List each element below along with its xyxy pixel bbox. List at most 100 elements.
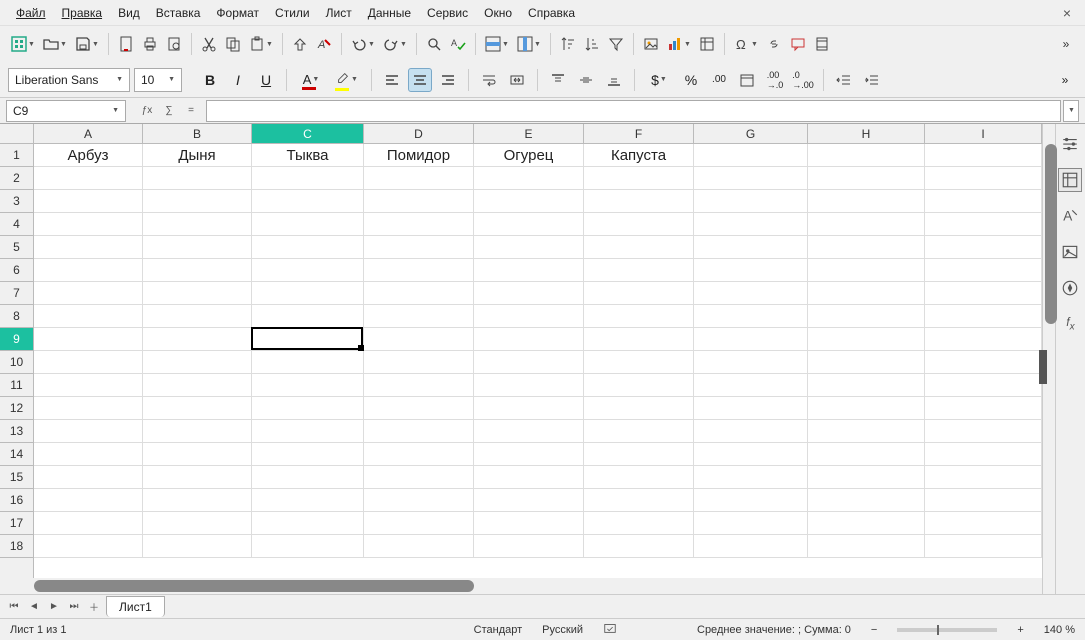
column-header[interactable]: I xyxy=(925,124,1042,143)
row-header[interactable]: 18 xyxy=(0,535,33,558)
headers-footers-button[interactable] xyxy=(811,33,833,55)
clone-formatting-button[interactable] xyxy=(289,33,311,55)
cell[interactable] xyxy=(584,190,694,213)
sidebar-gallery-icon[interactable] xyxy=(1058,240,1082,264)
cell[interactable] xyxy=(584,167,694,190)
next-sheet-button[interactable]: ► xyxy=(46,599,62,615)
bold-button[interactable]: B xyxy=(198,68,222,92)
cell[interactable] xyxy=(584,328,694,351)
sidebar-collapse-handle[interactable] xyxy=(1039,350,1047,384)
function-wizard-button[interactable]: ƒx xyxy=(136,100,158,122)
cell[interactable] xyxy=(364,443,474,466)
copy-button[interactable] xyxy=(222,33,244,55)
spellcheck-button[interactable]: A xyxy=(447,33,469,55)
cell[interactable] xyxy=(694,213,808,236)
signature-icon[interactable] xyxy=(603,621,617,638)
cell[interactable] xyxy=(584,535,694,558)
row-button[interactable]: ▼ xyxy=(482,33,512,55)
cell[interactable] xyxy=(252,397,364,420)
menu-edit[interactable]: Правка xyxy=(54,3,111,23)
row-header[interactable]: 4 xyxy=(0,213,33,236)
cell[interactable] xyxy=(808,489,925,512)
close-document-button[interactable]: × xyxy=(1057,5,1077,21)
add-sheet-button[interactable]: ＋ xyxy=(86,599,102,615)
sort-asc-button[interactable] xyxy=(557,33,579,55)
cell[interactable]: Помидор xyxy=(364,144,474,167)
cell[interactable] xyxy=(364,535,474,558)
redo-button[interactable]: ▼ xyxy=(380,33,410,55)
row-header[interactable]: 14 xyxy=(0,443,33,466)
menu-insert[interactable]: Вставка xyxy=(148,3,209,23)
menu-tools[interactable]: Сервис xyxy=(419,3,476,23)
cell[interactable] xyxy=(808,420,925,443)
cell[interactable] xyxy=(34,512,143,535)
remove-decimal-button[interactable]: .0→.00 xyxy=(791,68,815,92)
cell[interactable] xyxy=(694,328,808,351)
cell[interactable] xyxy=(364,328,474,351)
row-header[interactable]: 17 xyxy=(0,512,33,535)
cell[interactable] xyxy=(808,535,925,558)
spreadsheet-grid[interactable]: ABCDEFGHI 123456789101112131415161718 Ар… xyxy=(0,124,1042,594)
print-preview-button[interactable] xyxy=(163,33,185,55)
cell[interactable] xyxy=(364,213,474,236)
cell[interactable] xyxy=(694,443,808,466)
cell[interactable]: Арбуз xyxy=(34,144,143,167)
cell[interactable] xyxy=(143,190,252,213)
cell[interactable] xyxy=(584,259,694,282)
cell[interactable] xyxy=(34,466,143,489)
column-header[interactable]: F xyxy=(584,124,694,143)
zoom-in-button[interactable]: + xyxy=(1017,624,1023,636)
save-button[interactable]: ▼ xyxy=(72,33,102,55)
column-header[interactable]: B xyxy=(143,124,252,143)
cell[interactable] xyxy=(694,466,808,489)
sheet-tab[interactable]: Лист1 xyxy=(106,596,165,617)
cell[interactable] xyxy=(143,351,252,374)
cell[interactable] xyxy=(364,489,474,512)
cell[interactable] xyxy=(925,351,1042,374)
row-header[interactable]: 16 xyxy=(0,489,33,512)
cell[interactable] xyxy=(474,351,584,374)
cell[interactable] xyxy=(925,236,1042,259)
cell[interactable] xyxy=(808,512,925,535)
cell[interactable] xyxy=(474,236,584,259)
column-header[interactable]: C xyxy=(252,124,364,143)
cell[interactable] xyxy=(474,466,584,489)
cell[interactable] xyxy=(252,512,364,535)
font-size-input[interactable]: 10▼ xyxy=(134,68,182,92)
cell[interactable] xyxy=(808,282,925,305)
row-header[interactable]: 9 xyxy=(0,328,33,351)
cell[interactable] xyxy=(694,190,808,213)
toolbar-more-button[interactable]: » xyxy=(1055,33,1077,55)
cell[interactable] xyxy=(34,397,143,420)
cell[interactable] xyxy=(252,443,364,466)
wrap-text-button[interactable] xyxy=(477,68,501,92)
cell[interactable] xyxy=(252,466,364,489)
cell[interactable] xyxy=(143,535,252,558)
align-middle-button[interactable] xyxy=(574,68,598,92)
cell[interactable] xyxy=(252,213,364,236)
align-center-button[interactable] xyxy=(408,68,432,92)
cell[interactable] xyxy=(34,374,143,397)
cell[interactable] xyxy=(474,213,584,236)
cell[interactable]: Капуста xyxy=(584,144,694,167)
cell[interactable] xyxy=(808,144,925,167)
cell[interactable] xyxy=(808,374,925,397)
cell[interactable] xyxy=(34,535,143,558)
cell[interactable] xyxy=(584,351,694,374)
cell[interactable] xyxy=(143,397,252,420)
cells-area[interactable]: АрбузДыняТыкваПомидорОгурецКапуста xyxy=(34,144,1042,578)
sidebar-properties-icon[interactable] xyxy=(1058,168,1082,192)
cell[interactable] xyxy=(584,374,694,397)
zoom-out-button[interactable]: − xyxy=(871,624,877,636)
horizontal-scrollbar[interactable] xyxy=(0,578,1042,594)
stats-label[interactable]: Среднее значение: ; Сумма: 0 xyxy=(697,624,851,636)
cell[interactable] xyxy=(143,512,252,535)
row-header[interactable]: 6 xyxy=(0,259,33,282)
add-decimal-button[interactable]: .00→.0 xyxy=(763,68,787,92)
cell[interactable] xyxy=(364,512,474,535)
column-header[interactable]: H xyxy=(808,124,925,143)
special-char-button[interactable]: Ω▼ xyxy=(731,33,761,55)
cell[interactable] xyxy=(34,236,143,259)
cell[interactable] xyxy=(808,213,925,236)
row-header[interactable]: 15 xyxy=(0,466,33,489)
